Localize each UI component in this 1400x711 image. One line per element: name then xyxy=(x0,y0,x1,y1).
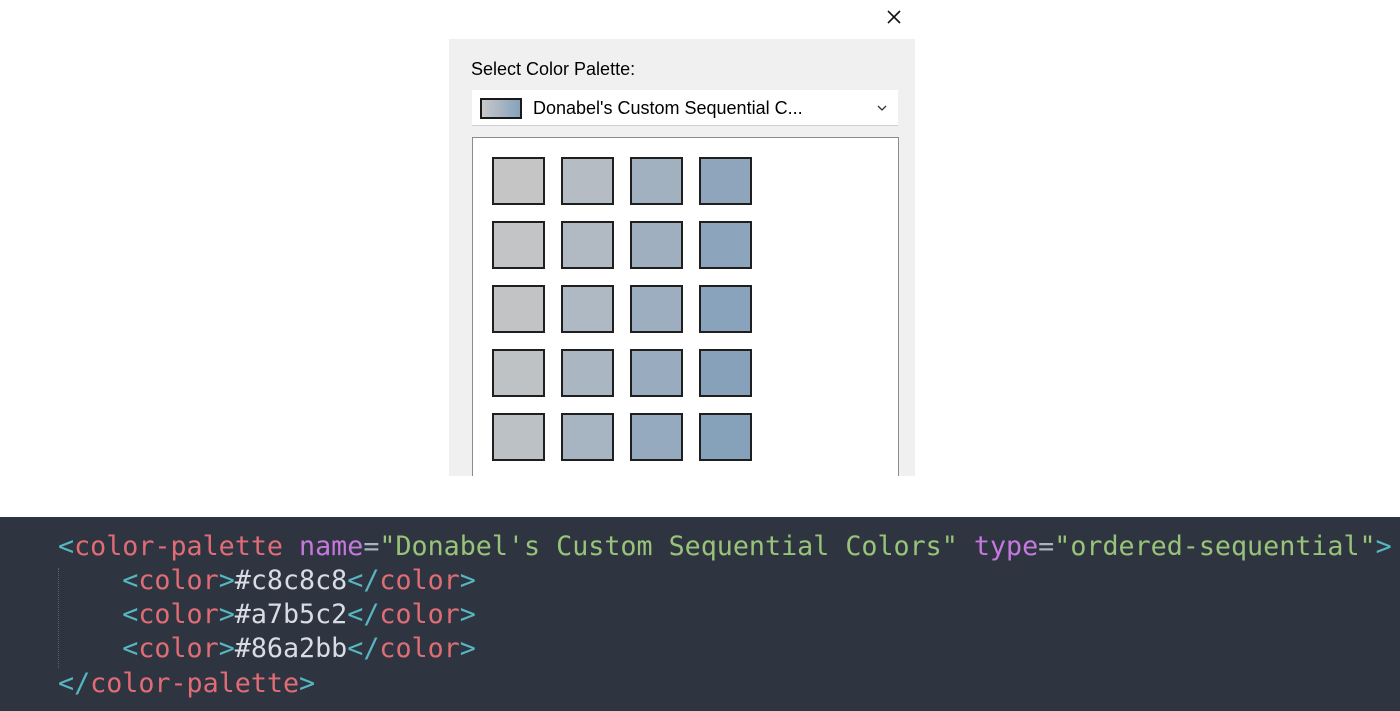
code-line-close: </color-palette> xyxy=(58,668,316,699)
color-tag: color xyxy=(138,565,219,596)
color-swatch[interactable] xyxy=(630,157,683,205)
close-tag-name: color-palette xyxy=(90,668,300,699)
color-palette-dialog: Select Color Palette: Donabel's Custom S… xyxy=(449,39,915,476)
color-swatch[interactable] xyxy=(492,221,545,269)
color-tag: color xyxy=(379,633,460,664)
color-tag: color xyxy=(138,633,219,664)
color-swatch[interactable] xyxy=(492,285,545,333)
color-swatch[interactable] xyxy=(699,157,752,205)
color-swatch[interactable] xyxy=(699,221,752,269)
palette-selected-value: Donabel's Custom Sequential C... xyxy=(533,98,803,118)
color-value: #c8c8c8 xyxy=(234,565,348,596)
color-swatch[interactable] xyxy=(561,349,614,397)
color-tag: color xyxy=(379,599,460,630)
open-tag-name: color-palette xyxy=(74,531,283,562)
color-swatch[interactable] xyxy=(699,349,752,397)
color-swatch[interactable] xyxy=(492,349,545,397)
type-attr-value: "ordered-sequential" xyxy=(1054,531,1376,562)
color-swatch[interactable] xyxy=(561,221,614,269)
color-swatch[interactable] xyxy=(699,285,752,333)
color-swatch[interactable] xyxy=(630,221,683,269)
code-line-open: <color-palette name="Donabel's Custom Se… xyxy=(58,531,1392,562)
code-line-color-2: <color>#a7b5c2</color> xyxy=(122,599,476,630)
color-swatch[interactable] xyxy=(630,349,683,397)
color-value: #a7b5c2 xyxy=(234,599,348,630)
color-swatch[interactable] xyxy=(630,285,683,333)
palette-dropdown[interactable]: Donabel's Custom Sequential C... xyxy=(472,90,898,126)
color-swatch[interactable] xyxy=(492,157,545,205)
chevron-down-icon xyxy=(877,105,887,111)
close-button[interactable] xyxy=(882,5,906,29)
color-swatch[interactable] xyxy=(561,413,614,461)
code-line-color-3: <color>#86a2bb</color> xyxy=(122,633,476,664)
name-attr: name xyxy=(299,531,364,562)
swatch-grid xyxy=(472,137,899,476)
code-block: <color-palette name="Donabel's Custom Se… xyxy=(0,517,1400,711)
name-attr-value: "Donabel's Custom Sequential Colors" xyxy=(379,531,958,562)
color-swatch[interactable] xyxy=(561,157,614,205)
close-icon xyxy=(887,10,901,24)
color-value: #86a2bb xyxy=(234,633,348,664)
type-attr: type xyxy=(973,531,1039,562)
color-swatch[interactable] xyxy=(630,413,683,461)
color-tag: color xyxy=(379,565,460,596)
palette-preview-swatch xyxy=(480,98,522,119)
code-line-color-1: <color>#c8c8c8</color> xyxy=(122,565,476,596)
select-palette-label: Select Color Palette: xyxy=(471,59,636,79)
color-swatch[interactable] xyxy=(561,285,614,333)
color-swatch[interactable] xyxy=(492,413,545,461)
color-swatch[interactable] xyxy=(699,413,752,461)
color-tag: color xyxy=(138,599,219,630)
